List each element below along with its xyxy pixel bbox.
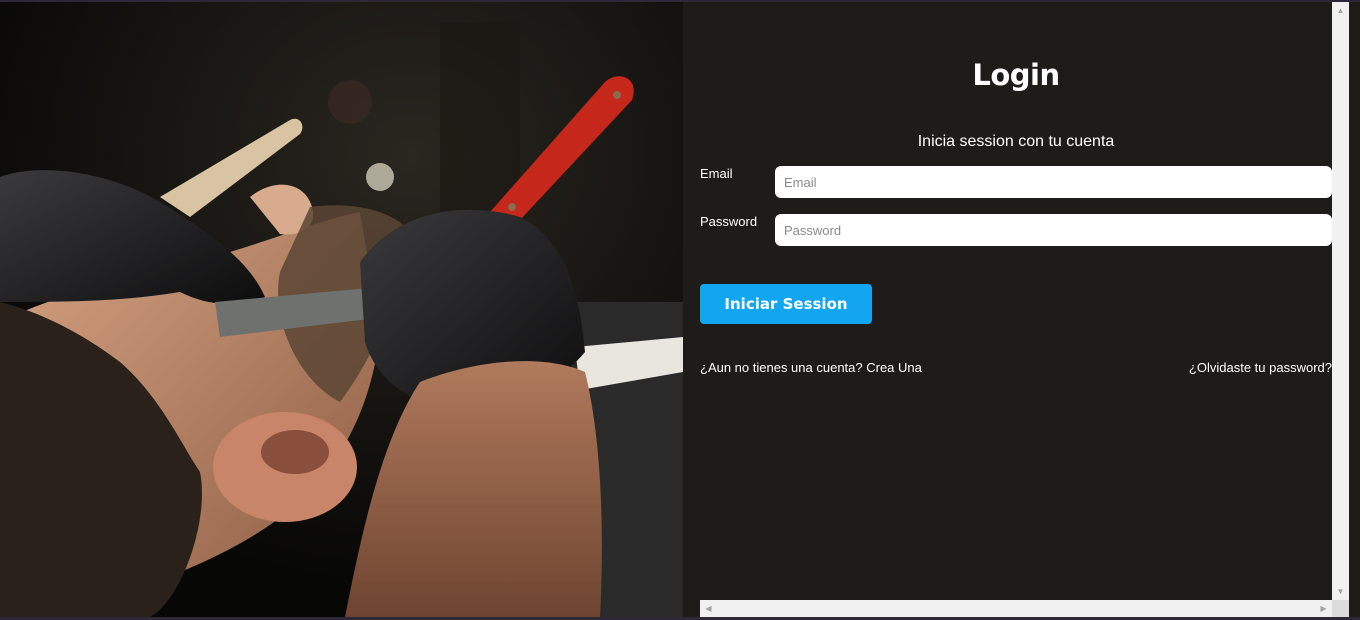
email-label: Email [700, 166, 733, 181]
scrollbar-corner [1332, 600, 1349, 617]
page-title: Login [972, 58, 1060, 92]
login-panel: Login Inicia session con tu cuenta Email… [683, 2, 1332, 600]
register-link[interactable]: ¿Aun no tienes una cuenta? Crea Una [700, 360, 922, 375]
horizontal-scrollbar[interactable]: ◀ ▶ [700, 600, 1332, 617]
triangle-up-icon[interactable]: ▲ [1332, 2, 1349, 19]
scrollbar-gap [683, 600, 700, 617]
vertical-scrollbar[interactable]: ▲ ▼ [1332, 2, 1349, 600]
triangle-left-icon[interactable]: ◀ [700, 600, 717, 617]
horizontal-scroll-thumb[interactable] [717, 603, 1315, 614]
barber-photo [0, 2, 683, 617]
email-field[interactable] [775, 166, 1332, 198]
login-subtitle: Inicia session con tu cuenta [917, 133, 1115, 150]
login-submit-button[interactable]: Iniciar Session [700, 284, 872, 324]
window-right-gutter [1349, 2, 1360, 617]
triangle-down-icon[interactable]: ▼ [1332, 583, 1349, 600]
forgot-password-link[interactable]: ¿Olvidaste tu password? [1189, 360, 1332, 375]
triangle-right-icon[interactable]: ▶ [1315, 600, 1332, 617]
password-field[interactable] [775, 214, 1332, 246]
password-label: Password [700, 214, 758, 229]
